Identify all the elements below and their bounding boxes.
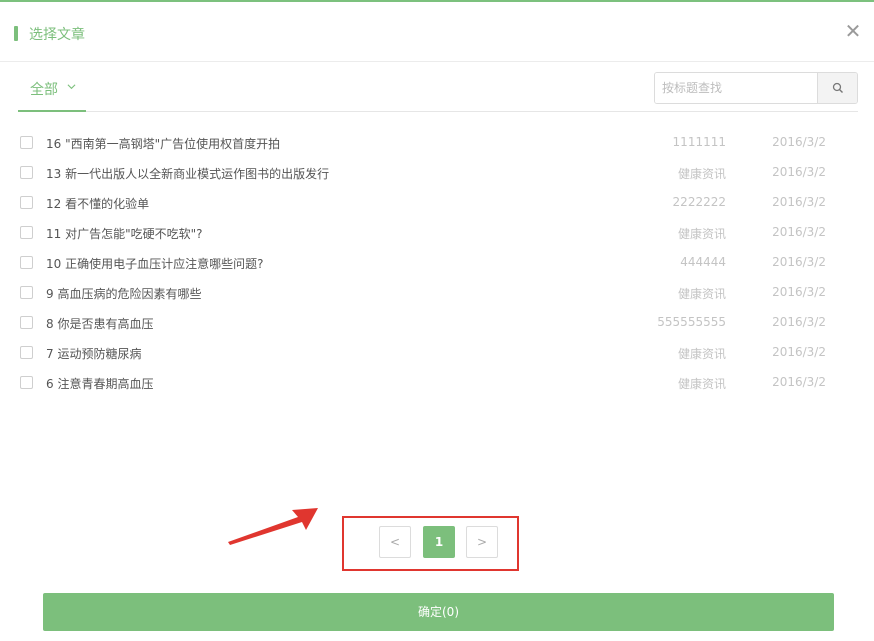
article-checkbox[interactable] — [20, 226, 33, 239]
list-item[interactable]: 10 正确使用电子血压计应注意哪些问题? 444444 2016/3/2 — [18, 247, 858, 277]
list-item[interactable]: 9 高血压病的危险因素有哪些 健康资讯 2016/3/2 — [18, 277, 858, 307]
article-checkbox[interactable] — [20, 196, 33, 209]
article-date: 2016/3/2 — [772, 165, 826, 179]
article-checkbox[interactable] — [20, 316, 33, 329]
article-checkbox[interactable] — [20, 166, 33, 179]
article-date: 2016/3/2 — [772, 345, 826, 359]
dialog-title: 选择文章 — [29, 27, 85, 43]
article-date: 2016/3/2 — [772, 135, 826, 149]
article-source: 1111111 — [672, 135, 726, 149]
annotation-arrow — [228, 508, 318, 545]
article-source: 444444 — [680, 255, 726, 269]
search-input[interactable] — [655, 73, 817, 103]
confirm-button[interactable]: 确定(0) — [43, 593, 834, 631]
current-page-label: 1 — [434, 535, 444, 549]
article-title: 7 运动预防糖尿病 — [46, 347, 142, 361]
article-checkbox[interactable] — [20, 286, 33, 299]
tab-all[interactable]: 全部 — [18, 68, 86, 112]
article-title: 11 对广告怎能"吃硬不吃软"? — [46, 227, 203, 241]
article-title: 13 新一代出版人以全新商业模式运作图书的出版发行 — [46, 167, 330, 181]
article-source: 健康资讯 — [677, 227, 726, 241]
article-checkbox[interactable] — [20, 256, 33, 269]
page-button-current[interactable]: 1 — [423, 526, 455, 558]
filter-bar: 全部 — [18, 68, 858, 112]
article-source: 健康资讯 — [677, 287, 726, 301]
article-date: 2016/3/2 — [772, 225, 826, 239]
tab-all-label: 全部 — [30, 82, 58, 98]
next-page-button[interactable]: > — [466, 526, 498, 558]
article-source: 555555555 — [657, 315, 726, 329]
article-date: 2016/3/2 — [772, 195, 826, 209]
article-checkbox[interactable] — [20, 136, 33, 149]
article-title: 16 "西南第一高钢塔"广告位使用权首度开拍 — [46, 137, 281, 151]
article-date: 2016/3/2 — [772, 285, 826, 299]
article-title: 8 你是否患有高血压 — [46, 317, 154, 331]
article-title: 6 注意青春期高血压 — [46, 377, 154, 391]
chevron-down-icon — [67, 84, 76, 90]
list-item[interactable]: 7 运动预防糖尿病 健康资讯 2016/3/2 — [18, 337, 858, 367]
confirm-label: 确定(0) — [418, 605, 459, 619]
list-item[interactable]: 6 注意青春期高血压 健康资讯 2016/3/2 — [18, 367, 858, 397]
list-item[interactable]: 12 看不懂的化验单 2222222 2016/3/2 — [18, 187, 858, 217]
search-icon — [832, 82, 843, 93]
article-date: 2016/3/2 — [772, 255, 826, 269]
list-item[interactable]: 16 "西南第一高钢塔"广告位使用权首度开拍 1111111 2016/3/2 — [18, 127, 858, 157]
article-source: 健康资讯 — [677, 167, 726, 181]
article-title: 9 高血压病的危险因素有哪些 — [46, 287, 202, 301]
article-checkbox[interactable] — [20, 376, 33, 389]
dialog-header: 选择文章 ✕ — [0, 4, 874, 62]
article-source: 健康资讯 — [677, 347, 726, 361]
next-page-label: > — [476, 535, 488, 549]
close-icon[interactable]: ✕ — [843, 21, 863, 41]
article-source: 健康资讯 — [677, 377, 726, 391]
list-item[interactable]: 11 对广告怎能"吃硬不吃软"? 健康资讯 2016/3/2 — [18, 217, 858, 247]
article-title: 12 看不懂的化验单 — [46, 197, 150, 211]
search-box — [654, 72, 858, 104]
select-article-dialog: 选择文章 ✕ 全部 16 "西南第一高钢塔"广告位使用权首度开拍 1111111 2… — [0, 0, 874, 641]
article-date: 2016/3/2 — [772, 315, 826, 329]
prev-page-button[interactable]: < — [379, 526, 411, 558]
article-list: 16 "西南第一高钢塔"广告位使用权首度开拍 1111111 2016/3/2 13 … — [18, 127, 858, 397]
title-accent-bar — [14, 26, 18, 41]
article-source: 2222222 — [672, 195, 726, 209]
search-button[interactable] — [817, 73, 857, 103]
list-item[interactable]: 13 新一代出版人以全新商业模式运作图书的出版发行 健康资讯 2016/3/2 — [18, 157, 858, 187]
article-date: 2016/3/2 — [772, 375, 826, 389]
list-item[interactable]: 8 你是否患有高血压 555555555 2016/3/2 — [18, 307, 858, 337]
article-title: 10 正确使用电子血压计应注意哪些问题? — [46, 257, 264, 271]
prev-page-label: < — [389, 535, 401, 549]
article-checkbox[interactable] — [20, 346, 33, 359]
